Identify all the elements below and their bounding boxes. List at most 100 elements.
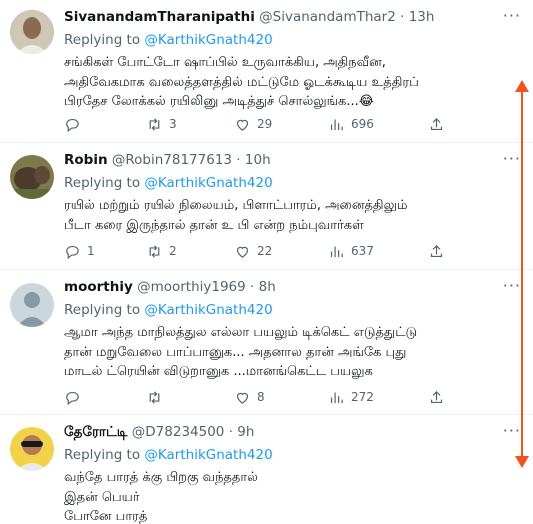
tweet-header: moorthiy @moorthiy1969 · 8h (64, 279, 276, 295)
share-icon (430, 244, 443, 257)
replying-to-label: Replying to (64, 447, 141, 463)
avatar-image (10, 155, 54, 199)
replying-to: Replying to @KarthikGnath420 (64, 302, 273, 318)
share-icon (430, 117, 443, 130)
replying-to-label: Replying to (64, 302, 141, 318)
reply-thread: SivanandamTharanipathi @SivanandamThar2 … (0, 0, 533, 524)
reply-icon (66, 391, 79, 405)
reply-button[interactable] (64, 386, 87, 408)
tweet-actions: 1 2 22 637 (64, 240, 504, 262)
replying-to: Replying to @KarthikGnath420 (64, 447, 273, 463)
reply-count: 1 (87, 244, 95, 258)
replying-to: Replying to @KarthikGnath420 (64, 32, 273, 48)
author-name[interactable]: moorthiy (64, 279, 133, 295)
tweet-header: SivanandamTharanipathi @SivanandamThar2 … (64, 9, 434, 25)
replying-to-link[interactable]: @KarthikGnath420 (144, 32, 272, 48)
annotation-arrow-line (521, 90, 523, 458)
view-count: 272 (351, 390, 374, 404)
author-handle[interactable]: @Robin78177613 (112, 152, 232, 168)
tweet-text-line: ஆமா அந்த மாநிலத்துல எல்லா பயலும் டிக்கெட… (64, 325, 418, 340)
avatar[interactable] (10, 283, 54, 327)
reply-icon (66, 118, 79, 132)
tweet-header: தேரோட்டி @D78234500 · 9h (64, 424, 254, 442)
avatar[interactable] (10, 155, 54, 199)
tweet[interactable]: தேரோட்டி @D78234500 · 9h ··· Replying to… (0, 415, 533, 524)
more-icon[interactable]: ··· (503, 276, 521, 295)
separator: · (400, 9, 405, 25)
timestamp[interactable]: 13h (409, 9, 435, 25)
replying-to-link[interactable]: @KarthikGnath420 (144, 447, 272, 463)
view-count: 696 (351, 117, 374, 131)
views-button[interactable]: 272 (328, 386, 374, 408)
tweet[interactable]: Robin @Robin78177613 · 10h ··· Replying … (0, 143, 533, 270)
tweet-text: வந்தே பாரத் க்கு பிறகு வந்ததால் இதன் பெய… (64, 468, 512, 524)
tweet[interactable]: SivanandamTharanipathi @SivanandamThar2 … (0, 0, 533, 143)
timestamp[interactable]: 10h (245, 152, 271, 168)
tweet-text-line: இதன் பெயர் (64, 489, 140, 505)
tweet-text-line: பீடா கரை இருந்தால் தான் உ பி என்ற நம்புவ… (64, 217, 364, 233)
tweet-text: சங்கிகள் போட்டோ ஷாப்பில் உருவாக்கிய, அதி… (64, 53, 512, 112)
tweet-text-line: தான் மறுவேலை பாப்பானுக... அதனால தான் அங்… (64, 344, 407, 360)
tweet-text-line: போனே பாரத் (64, 509, 148, 524)
tweet-text-line: மாடல் ட்ரெயின் விடுறானுக ...மானங்கெட்ட ப… (64, 364, 373, 379)
retweet-count: 2 (169, 244, 177, 258)
more-icon[interactable]: ··· (503, 6, 521, 25)
retweet-icon (149, 244, 160, 258)
tweet-text: ரயில் மற்றும் ரயில் நிலையம், பிளாட்பாரம்… (64, 196, 512, 235)
share-button[interactable] (428, 240, 445, 262)
view-count: 637 (351, 244, 374, 258)
more-icon[interactable]: ··· (503, 149, 521, 168)
annotation-arrow-down (515, 456, 529, 468)
author-name[interactable]: Robin (64, 152, 108, 168)
tweet[interactable]: moorthiy @moorthiy1969 · 8h ··· Replying… (0, 270, 533, 415)
views-button[interactable]: 637 (328, 240, 374, 262)
retweet-count: 3 (169, 117, 177, 131)
timestamp[interactable]: 9h (237, 424, 254, 440)
tweet-header: Robin @Robin78177613 · 10h (64, 152, 271, 168)
reply-button[interactable]: 1 (64, 240, 95, 262)
timestamp[interactable]: 8h (259, 279, 276, 295)
views-icon (330, 246, 343, 257)
share-icon (430, 390, 443, 403)
replying-to-label: Replying to (64, 175, 141, 191)
separator: · (250, 279, 255, 295)
views-icon (330, 392, 343, 403)
author-handle[interactable]: @SivanandamThar2 (259, 9, 396, 25)
avatar[interactable] (10, 10, 54, 54)
share-button[interactable] (428, 386, 445, 408)
share-button[interactable] (428, 113, 445, 135)
like-icon (236, 246, 249, 258)
tweet-text-line: சங்கிகள் போட்டோ ஷாப்பில் உருவாக்கிய, அதி… (64, 55, 386, 70)
separator: · (228, 424, 233, 440)
avatar-image (10, 427, 54, 471)
reply-icon (66, 245, 79, 259)
author-name[interactable]: SivanandamTharanipathi (64, 9, 255, 25)
retweet-icon (149, 390, 160, 404)
author-name[interactable]: தேரோட்டி (64, 424, 127, 440)
retweet-button[interactable] (146, 386, 169, 408)
more-icon[interactable]: ··· (503, 421, 521, 440)
author-handle[interactable]: @D78234500 (132, 424, 225, 440)
like-count: 8 (257, 390, 265, 404)
tweet-text: ஆமா அந்த மாநிலத்துல எல்லா பயலும் டிக்கெட… (64, 323, 512, 382)
author-handle[interactable]: @moorthiy1969 (137, 279, 246, 295)
replying-to-link[interactable]: @KarthikGnath420 (144, 175, 272, 191)
reply-button[interactable] (64, 113, 87, 135)
views-button[interactable]: 696 (328, 113, 374, 135)
tweet-text-line: ரயில் மற்றும் ரயில் நிலையம், பிளாட்பாரம்… (64, 198, 408, 213)
like-button[interactable]: 8 (234, 386, 265, 408)
like-button[interactable]: 29 (234, 113, 272, 135)
replying-to-link[interactable]: @KarthikGnath420 (144, 302, 272, 318)
avatar[interactable] (10, 427, 54, 471)
retweet-button[interactable]: 2 (146, 240, 177, 262)
like-button[interactable]: 22 (234, 240, 272, 262)
retweet-button[interactable]: 3 (146, 113, 177, 135)
like-icon (236, 392, 249, 404)
default-avatar-icon (10, 283, 54, 327)
retweet-icon (149, 117, 160, 131)
tweet-text-line: பிரதேச லோக்கல் ரயிலினு அடித்துச் சொல்லுங… (64, 94, 374, 109)
replying-to: Replying to @KarthikGnath420 (64, 175, 273, 191)
tweet-actions: 8 272 (64, 386, 504, 408)
separator: · (236, 152, 241, 168)
like-count: 29 (257, 117, 273, 131)
